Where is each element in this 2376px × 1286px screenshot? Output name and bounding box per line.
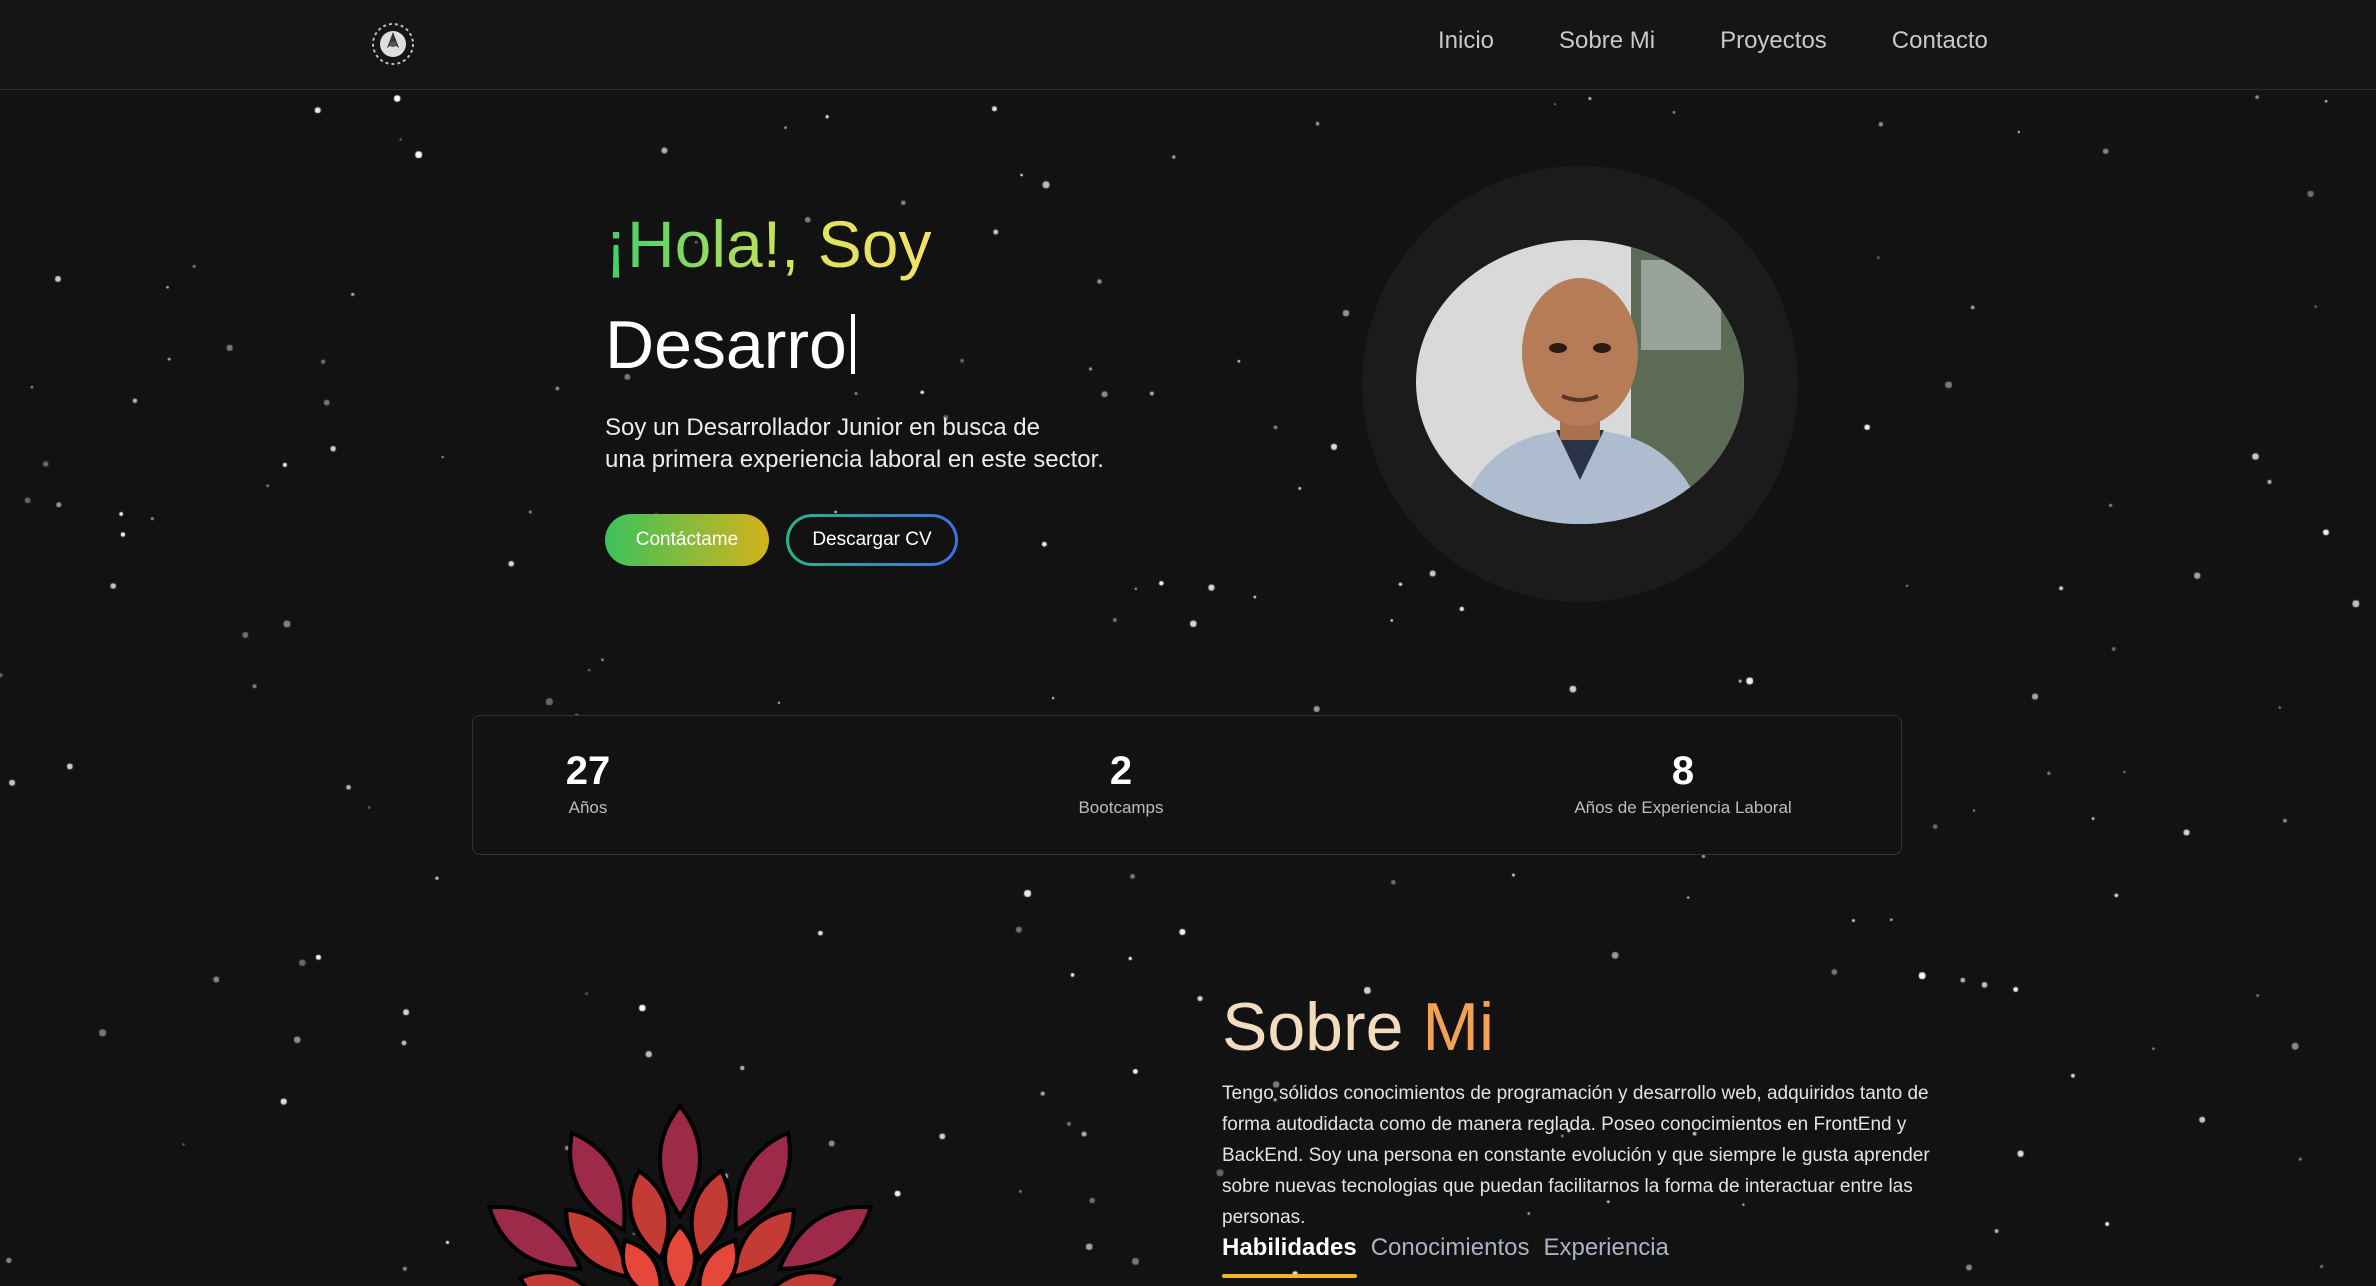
about-text: Tengo sólidos conocimientos de programac… [1222,1083,1930,1228]
nav-link-sobre-mi[interactable]: Sobre Mi [1559,27,1655,55]
stat-experience-label: Años de Experiencia Laboral [1574,798,1792,817]
mandala-logo-icon[interactable] [366,17,420,71]
hero-description-line-2: una primera experiencia laboral en este … [605,446,1104,473]
nav-links: Inicio Sobre Mi Proyectos Contacto [1438,27,1988,55]
top-navbar: Inicio Sobre Mi Proyectos Contacto [0,0,2376,90]
tab-conocimientos[interactable]: Conocimientos [1371,1234,1530,1262]
profile-photo [1416,240,1744,524]
nav-link-proyectos[interactable]: Proyectos [1720,27,1827,55]
typed-text: Desarro [605,307,847,383]
about-title-part-2: Mi [1422,989,1495,1065]
contact-button[interactable]: Contáctame [605,514,769,566]
stat-experience-value: 8 [1671,749,1695,793]
hero-greeting: ¡Hola!, Soy [605,207,932,281]
typing-caret [850,314,855,374]
stat-experience: 8 Años de Experiencia Laboral [1553,748,1813,818]
stat-age-value: 27 [565,749,611,793]
download-cv-button[interactable]: Descargar CV [786,514,958,566]
starfield-background [0,0,2376,1286]
about-tabs: Habilidades Conocimientos Experiencia [1222,1234,1683,1278]
stat-bootcamps-label: Bootcamps [1078,798,1164,817]
stat-bootcamps-value: 2 [1109,749,1133,793]
hero-description-line-1: Soy un Desarrollador Junior en busca de [605,414,1040,441]
stat-age: 27 Años [533,748,643,818]
stat-bootcamps: 2 Bootcamps [1021,748,1221,818]
nav-link-inicio[interactable]: Inicio [1438,27,1494,55]
mandala-illustration [486,1102,874,1286]
stats-panel: 27 Años 2 Bootcamps 8 Años de Experienci… [472,715,1902,855]
about-title-part-1: Sobre [1222,989,1404,1065]
tab-habilidades[interactable]: Habilidades [1222,1234,1357,1278]
about-title: Sobre Mi [1222,988,1494,1066]
hero-typed-role: Desarro [605,306,855,384]
nav-link-contacto[interactable]: Contacto [1892,27,1988,55]
stat-age-label: Años [568,798,608,817]
tab-experiencia[interactable]: Experiencia [1543,1234,1668,1262]
hero-description: Soy un Desarrollador Junior en busca de … [605,412,1165,476]
